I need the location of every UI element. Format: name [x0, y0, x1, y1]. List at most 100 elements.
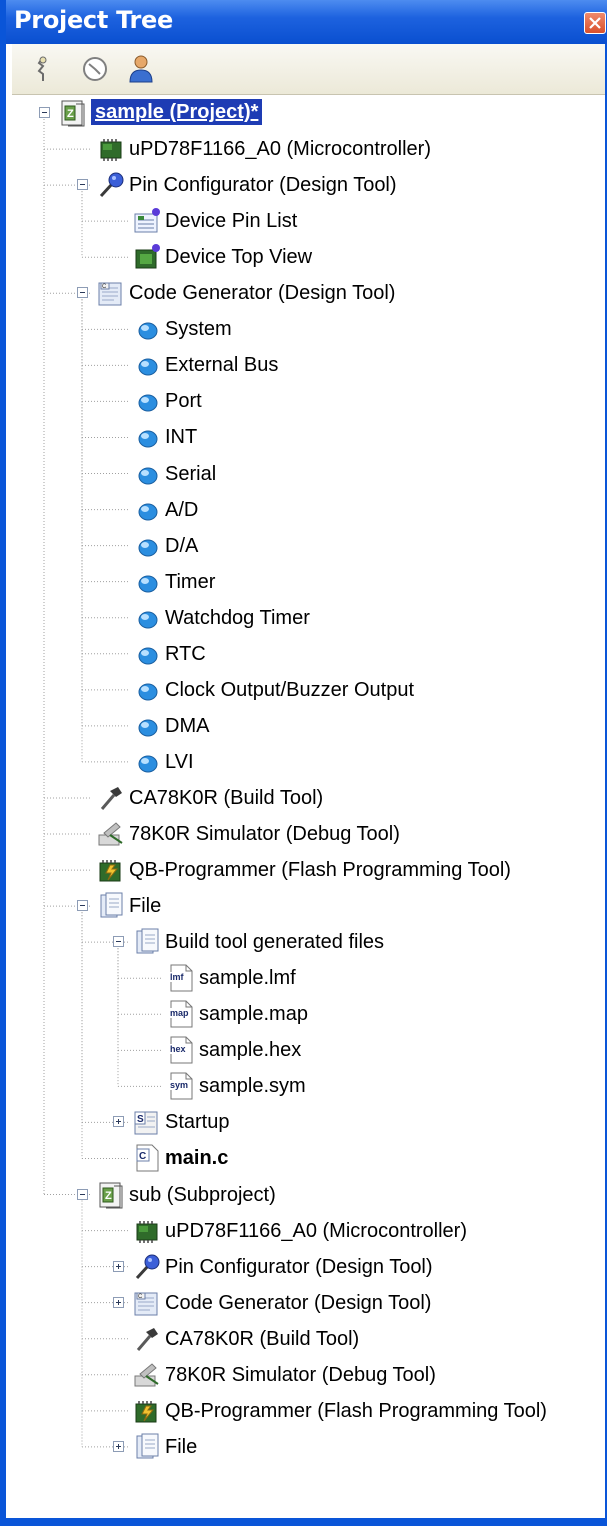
tree-item[interactable]: lmf sample.lmf — [12, 960, 605, 996]
toolbar — [12, 44, 605, 95]
tree-item-label[interactable]: File — [165, 1434, 197, 1460]
tree-item[interactable]: A/D — [12, 492, 605, 528]
tree-item-label[interactable]: INT — [165, 424, 197, 450]
tree-item-label[interactable]: Pin Configurator (Design Tool) — [165, 1254, 433, 1280]
tree-item[interactable]: LVI — [12, 744, 605, 780]
svg-text:C: C — [102, 284, 107, 290]
tree-item-label[interactable]: Device Pin List — [165, 208, 297, 234]
tree-item-label[interactable]: Port — [165, 388, 202, 414]
tree-item[interactable]: Device Top View — [12, 239, 605, 275]
tree-item-label[interactable]: Startup — [165, 1109, 229, 1135]
tree-item[interactable]: C Code Generator (Design Tool) — [12, 1285, 605, 1321]
expand-toggle[interactable] — [113, 1296, 124, 1308]
tree-item-label[interactable]: System — [165, 316, 232, 342]
peripheral-icon — [132, 711, 162, 741]
tree-item[interactable]: QB-Programmer (Flash Programming Tool) — [12, 1393, 605, 1429]
tree-item[interactable]: uPD78F1166_A0 (Microcontroller) — [12, 1213, 605, 1249]
expand-toggle[interactable] — [113, 1260, 124, 1272]
tree-item[interactable]: CA78K0R (Build Tool) — [12, 1321, 605, 1357]
property-button[interactable] — [26, 52, 60, 86]
tree-item[interactable]: Watchdog Timer — [12, 600, 605, 636]
tree-item[interactable]: map sample.map — [12, 996, 605, 1032]
user-button[interactable] — [124, 52, 158, 86]
tree-item-label[interactable]: sample.map — [199, 1001, 308, 1027]
tree-item-label[interactable]: D/A — [165, 533, 198, 559]
tree-item[interactable]: Timer — [12, 564, 605, 600]
tree-item-label[interactable]: Pin Configurator (Design Tool) — [129, 172, 397, 198]
tree-item[interactable]: CA78K0R (Build Tool) — [12, 780, 605, 816]
tree-item-label[interactable]: QB-Programmer (Flash Programming Tool) — [165, 1398, 547, 1424]
tree-item[interactable]: Pin Configurator (Design Tool) — [12, 167, 605, 203]
tree-item[interactable]: Build tool generated files — [12, 924, 605, 960]
tree-item-label[interactable]: Timer — [165, 569, 215, 595]
tree-item-label[interactable]: CA78K0R (Build Tool) — [165, 1326, 359, 1352]
tree-item-label[interactable]: DMA — [165, 713, 209, 739]
tree-item[interactable]: 78K0R Simulator (Debug Tool) — [12, 1357, 605, 1393]
tree-item-label[interactable]: Serial — [165, 461, 216, 487]
tree-item[interactable]: C Code Generator (Design Tool) — [12, 275, 605, 311]
tree-item[interactable]: Cmain.c — [12, 1140, 605, 1176]
tree-item-label[interactable]: QB-Programmer (Flash Programming Tool) — [129, 857, 511, 883]
tree-item-label[interactable]: Watchdog Timer — [165, 605, 310, 631]
tree-item-label[interactable]: CA78K0R (Build Tool) — [129, 785, 323, 811]
collapse-toggle[interactable] — [39, 107, 50, 118]
tree-item[interactable]: Device Pin List — [12, 203, 605, 239]
expand-toggle[interactable] — [113, 1440, 124, 1452]
file-folder-icon — [96, 891, 126, 921]
lmf-file-icon: lmf — [166, 963, 196, 993]
svg-text:C: C — [139, 1151, 146, 1162]
tree-item-label[interactable]: RTC — [165, 641, 206, 667]
history-button[interactable] — [78, 52, 112, 86]
tree-item-label[interactable]: 78K0R Simulator (Debug Tool) — [129, 821, 400, 847]
expand-toggle[interactable] — [113, 1116, 124, 1128]
peripheral-icon — [132, 350, 162, 380]
tree-item-label[interactable]: sample (Project)* — [91, 99, 263, 125]
tree-item-label[interactable]: File — [129, 893, 161, 919]
tree-item[interactable]: DMA — [12, 708, 605, 744]
tree-item[interactable]: External Bus — [12, 347, 605, 383]
peripheral-icon — [132, 459, 162, 489]
tree-item[interactable]: Pin Configurator (Design Tool) — [12, 1249, 605, 1285]
tree-item[interactable]: RTC — [12, 636, 605, 672]
tree-item-label[interactable]: sample.hex — [199, 1037, 301, 1063]
tree-item-label[interactable]: Build tool generated files — [165, 929, 384, 955]
title-bar[interactable]: Project Tree — [6, 0, 607, 44]
tree-item[interactable]: 78K0R Simulator (Debug Tool) — [12, 816, 605, 852]
collapse-toggle[interactable] — [113, 936, 124, 948]
tree-item[interactable]: sym sample.sym — [12, 1068, 605, 1104]
tree-item-label[interactable]: Clock Output/Buzzer Output — [165, 677, 414, 703]
tree-item[interactable]: Zsample (Project)* — [12, 95, 605, 131]
tree-item-label[interactable]: Code Generator (Design Tool) — [165, 1290, 431, 1316]
tree-item-label[interactable]: Code Generator (Design Tool) — [129, 280, 395, 306]
tree-item-label[interactable]: main.c — [165, 1145, 228, 1171]
tree-item-label[interactable]: uPD78F1166_A0 (Microcontroller) — [165, 1218, 467, 1244]
tree-item-label[interactable]: uPD78F1166_A0 (Microcontroller) — [129, 136, 431, 162]
collapse-toggle[interactable] — [77, 287, 88, 299]
tree-item[interactable]: D/A — [12, 528, 605, 564]
tree-item[interactable]: INT — [12, 419, 605, 455]
close-button[interactable] — [584, 12, 606, 34]
tree-item[interactable]: System — [12, 311, 605, 347]
tree-item[interactable]: Clock Output/Buzzer Output — [12, 672, 605, 708]
collapse-toggle[interactable] — [77, 179, 88, 191]
peripheral-icon — [132, 567, 162, 597]
collapse-toggle[interactable] — [77, 1188, 88, 1200]
tree-item[interactable]: File — [12, 888, 605, 924]
tree-item[interactable]: Port — [12, 383, 605, 419]
tree-item[interactable]: Serial — [12, 456, 605, 492]
tree-item-label[interactable]: sample.lmf — [199, 965, 296, 991]
tree-item-label[interactable]: Device Top View — [165, 244, 312, 270]
collapse-toggle[interactable] — [77, 900, 88, 912]
tree-item-label[interactable]: External Bus — [165, 352, 278, 378]
tree-item-label[interactable]: sub (Subproject) — [129, 1182, 276, 1208]
tree-item[interactable]: File — [12, 1429, 605, 1465]
tree-item-label[interactable]: LVI — [165, 749, 194, 775]
tree-item[interactable]: S Startup — [12, 1104, 605, 1140]
tree-item-label[interactable]: A/D — [165, 497, 198, 523]
tree-item[interactable]: Zsub (Subproject) — [12, 1177, 605, 1213]
tree-item[interactable]: QB-Programmer (Flash Programming Tool) — [12, 852, 605, 888]
tree-item[interactable]: uPD78F1166_A0 (Microcontroller) — [12, 131, 605, 167]
tree-item[interactable]: hex sample.hex — [12, 1032, 605, 1068]
tree-item-label[interactable]: sample.sym — [199, 1073, 306, 1099]
tree-item-label[interactable]: 78K0R Simulator (Debug Tool) — [165, 1362, 436, 1388]
